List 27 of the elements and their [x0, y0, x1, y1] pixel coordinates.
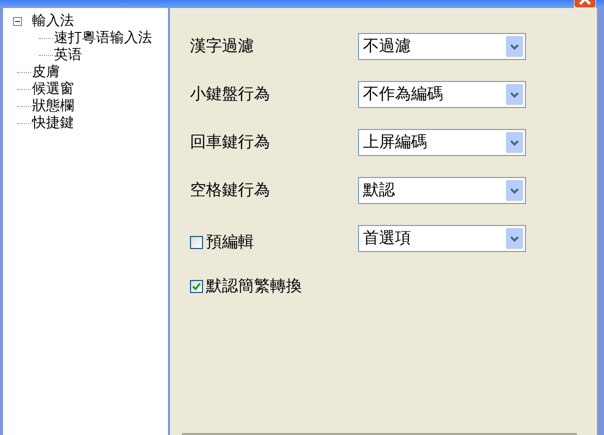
chevron-down-icon	[506, 180, 523, 200]
dropdown[interactable]: 默認	[358, 176, 526, 204]
checkbox-label[interactable]: 默認簡繁轉換	[206, 274, 302, 298]
setting-label: 空格鍵行為	[190, 179, 271, 201]
tree-item[interactable]: 快捷鍵	[31, 115, 75, 132]
tree-item[interactable]: 輸入法	[31, 13, 75, 30]
tree-item[interactable]: 皮膚	[31, 64, 61, 81]
tree-item[interactable]: 英语	[53, 47, 83, 64]
setting-label: 小鍵盤行為	[190, 83, 271, 105]
dropdown[interactable]: 上屏編碼	[358, 128, 526, 156]
chevron-down-icon	[506, 36, 523, 56]
chevron-down-icon	[506, 228, 523, 248]
setting-label: 回車鍵行為	[190, 131, 271, 153]
close-icon[interactable]	[574, 0, 596, 8]
tree-item[interactable]: 候選窗	[31, 81, 75, 98]
chevron-down-icon	[506, 132, 523, 152]
tree-item[interactable]: 狀態欄	[31, 98, 75, 115]
dropdown[interactable]: 不作為編碼	[358, 80, 526, 108]
setting-label: 漢字過濾	[190, 35, 255, 57]
dropdown[interactable]: 不過濾	[358, 32, 526, 60]
dropdown[interactable]: 首選項	[358, 224, 526, 252]
collapse-icon[interactable]	[13, 17, 22, 26]
checkbox-label[interactable]: 預編輯	[206, 230, 254, 254]
tree-item[interactable]: 速打粵语输入法	[53, 30, 153, 47]
checkbox[interactable]	[190, 236, 203, 248]
checkbox[interactable]	[190, 280, 203, 292]
chevron-down-icon	[506, 84, 523, 104]
